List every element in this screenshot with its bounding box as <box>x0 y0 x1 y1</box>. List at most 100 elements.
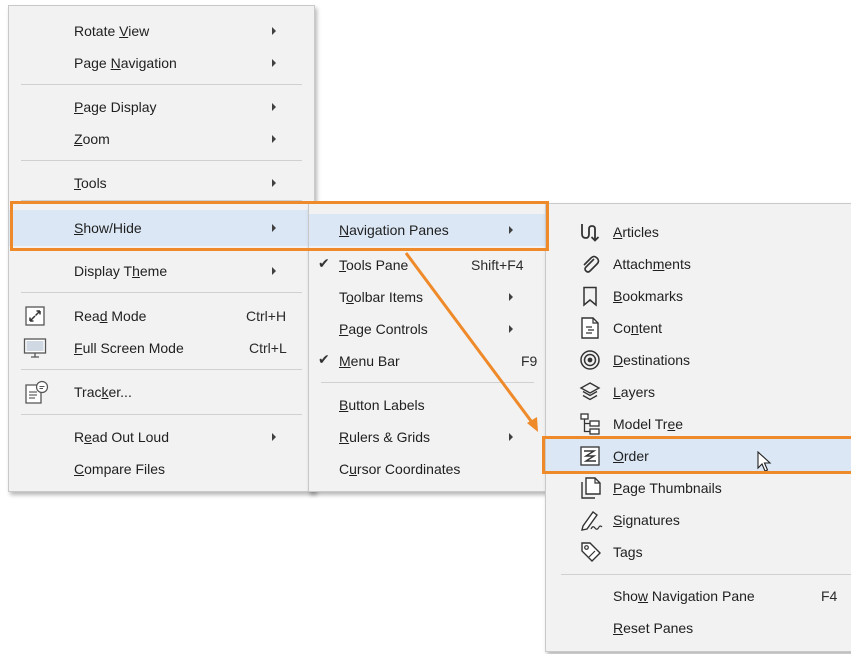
menu-item-label: Page Thumbnails <box>613 480 722 496</box>
full-screen-icon <box>23 338 47 358</box>
menu-separator <box>21 414 302 415</box>
menu-item-label: Tags <box>613 544 643 560</box>
shortcut-label: F4 <box>821 588 838 604</box>
menu-item-button-labels[interactable]: Button Labels <box>309 390 546 420</box>
submenu-arrow-icon <box>509 433 513 441</box>
menu-item-rulers-grids[interactable]: Rulers & Grids <box>309 422 546 452</box>
menu-item-label: Page Display <box>74 99 157 115</box>
read-mode-icon <box>25 306 45 326</box>
menu-item-label: Button Labels <box>339 397 425 413</box>
articles-icon <box>581 224 600 242</box>
menu-item-label: Attachments <box>613 256 691 272</box>
menu-item-display-theme[interactable]: Display Theme <box>9 256 314 286</box>
menu-separator <box>21 200 302 201</box>
view-menu: Rotate View Page Navigation Page Display… <box>8 5 315 492</box>
submenu-arrow-icon <box>272 433 276 441</box>
menu-item-compare-files[interactable]: Compare Files <box>9 454 314 484</box>
menu-separator <box>561 574 851 575</box>
submenu-arrow-icon <box>509 293 513 301</box>
menu-item-label: Toolbar Items <box>339 289 424 305</box>
submenu-arrow-icon <box>272 27 276 35</box>
menu-item-destinations[interactable]: Destinations <box>546 345 851 375</box>
menu-item-model-tree[interactable]: Model Tree <box>546 409 851 439</box>
destinations-icon <box>580 350 600 370</box>
menu-item-label: Tracker... <box>74 384 132 400</box>
menu-item-label: Rotate View <box>74 23 150 39</box>
menu-item-tracker[interactable]: Tracker... <box>9 377 314 407</box>
menu-separator <box>21 248 302 249</box>
submenu-arrow-icon <box>509 226 513 234</box>
submenu-arrow-icon <box>272 135 276 143</box>
menu-item-bookmarks[interactable]: Bookmarks <box>546 281 851 311</box>
menu-item-label: Articles <box>613 224 659 240</box>
menu-item-rotate-view[interactable]: Rotate View <box>9 16 314 46</box>
show-hide-submenu: Navigation Panes ✔ Tools Pane Shift+F4 T… <box>308 203 547 492</box>
menu-item-order[interactable]: Order <box>546 439 851 473</box>
menu-item-zoom[interactable]: Zoom <box>9 124 314 154</box>
menu-item-label: Menu Bar <box>339 353 400 369</box>
layers-icon <box>579 382 601 401</box>
menu-item-tools-pane[interactable]: ✔ Tools Pane Shift+F4 <box>309 250 546 280</box>
menu-item-page-thumbnails[interactable]: Page Thumbnails <box>546 473 851 503</box>
content-icon <box>581 317 599 339</box>
menu-item-label: Tools Pane <box>339 257 409 273</box>
menu-item-label: Cursor Coordinates <box>339 461 461 477</box>
menu-item-menu-bar[interactable]: ✔ Menu Bar F9 <box>309 346 546 376</box>
submenu-arrow-icon <box>272 224 276 232</box>
menu-item-navigation-panes[interactable]: Navigation Panes <box>309 214 546 246</box>
menu-item-attachments[interactable]: Attachments <box>546 249 851 279</box>
mouse-cursor-icon <box>757 451 772 472</box>
menu-item-label: Display Theme <box>74 263 168 279</box>
menu-item-label: Zoom <box>74 131 110 147</box>
page-thumbnails-icon <box>581 477 601 499</box>
menu-item-label: Order <box>613 448 649 464</box>
menu-item-label: Bookmarks <box>613 288 684 304</box>
menu-item-tags[interactable]: Tags <box>546 537 851 567</box>
menu-item-label: Read Out Loud <box>74 429 169 445</box>
menu-separator <box>21 292 302 293</box>
menu-item-full-screen-mode[interactable]: Full Screen Mode Ctrl+L <box>9 333 314 363</box>
menu-item-tools[interactable]: Tools <box>9 168 314 198</box>
submenu-arrow-icon <box>272 59 276 67</box>
menu-item-label: Page Controls <box>339 321 428 337</box>
menu-item-content[interactable]: Content <box>546 313 851 343</box>
submenu-arrow-icon <box>272 267 276 275</box>
menu-item-toolbar-items[interactable]: Toolbar Items <box>309 282 546 312</box>
submenu-arrow-icon <box>509 325 513 333</box>
bookmarks-icon <box>583 286 597 307</box>
menu-item-label: Show Navigation Pane <box>613 588 755 604</box>
menu-item-page-display[interactable]: Page Display <box>9 92 314 122</box>
menu-item-label: Reset Panes <box>613 620 694 636</box>
tracker-icon <box>25 380 49 404</box>
shortcut-label: Ctrl+H <box>246 308 287 324</box>
menu-item-label: Rulers & Grids <box>339 429 431 445</box>
menu-item-signatures[interactable]: Signatures <box>546 505 851 535</box>
menu-item-page-controls[interactable]: Page Controls <box>309 314 546 344</box>
menu-item-cursor-coordinates[interactable]: Cursor Coordinates <box>309 454 546 484</box>
shortcut-label: F9 <box>521 353 538 369</box>
menu-item-page-navigation[interactable]: Page Navigation <box>9 48 314 78</box>
model-tree-icon <box>580 413 600 435</box>
menu-item-read-mode[interactable]: Read Mode Ctrl+H <box>9 301 314 331</box>
shortcut-label: Shift+F4 <box>471 257 524 273</box>
menu-separator <box>21 160 302 161</box>
menu-item-layers[interactable]: Layers <box>546 377 851 407</box>
menu-item-reset-panes[interactable]: Reset Panes <box>546 613 851 643</box>
menu-item-articles[interactable]: Articles <box>546 217 851 247</box>
menu-separator <box>21 84 302 85</box>
menu-item-label: Full Screen Mode <box>74 340 184 356</box>
menu-item-label: Content <box>613 320 663 336</box>
shortcut-label: Ctrl+L <box>249 340 287 356</box>
menu-item-show-navigation-pane[interactable]: Show Navigation Pane F4 <box>546 581 851 611</box>
tags-icon <box>581 542 601 562</box>
submenu-arrow-icon <box>272 179 276 187</box>
menu-item-read-out-loud[interactable]: Read Out Loud <box>9 422 314 452</box>
navigation-panes-submenu: Articles Attachments Bookmarks Content D… <box>545 203 851 652</box>
attachments-icon <box>583 255 600 273</box>
menu-item-label: Navigation Panes <box>339 222 449 238</box>
menu-item-label: Tools <box>74 175 107 191</box>
menu-item-label: Model Tree <box>613 416 684 432</box>
menu-item-show-hide[interactable]: Show/Hide <box>9 210 314 246</box>
menu-separator <box>21 369 302 370</box>
menu-item-label: Page Navigation <box>74 55 177 71</box>
